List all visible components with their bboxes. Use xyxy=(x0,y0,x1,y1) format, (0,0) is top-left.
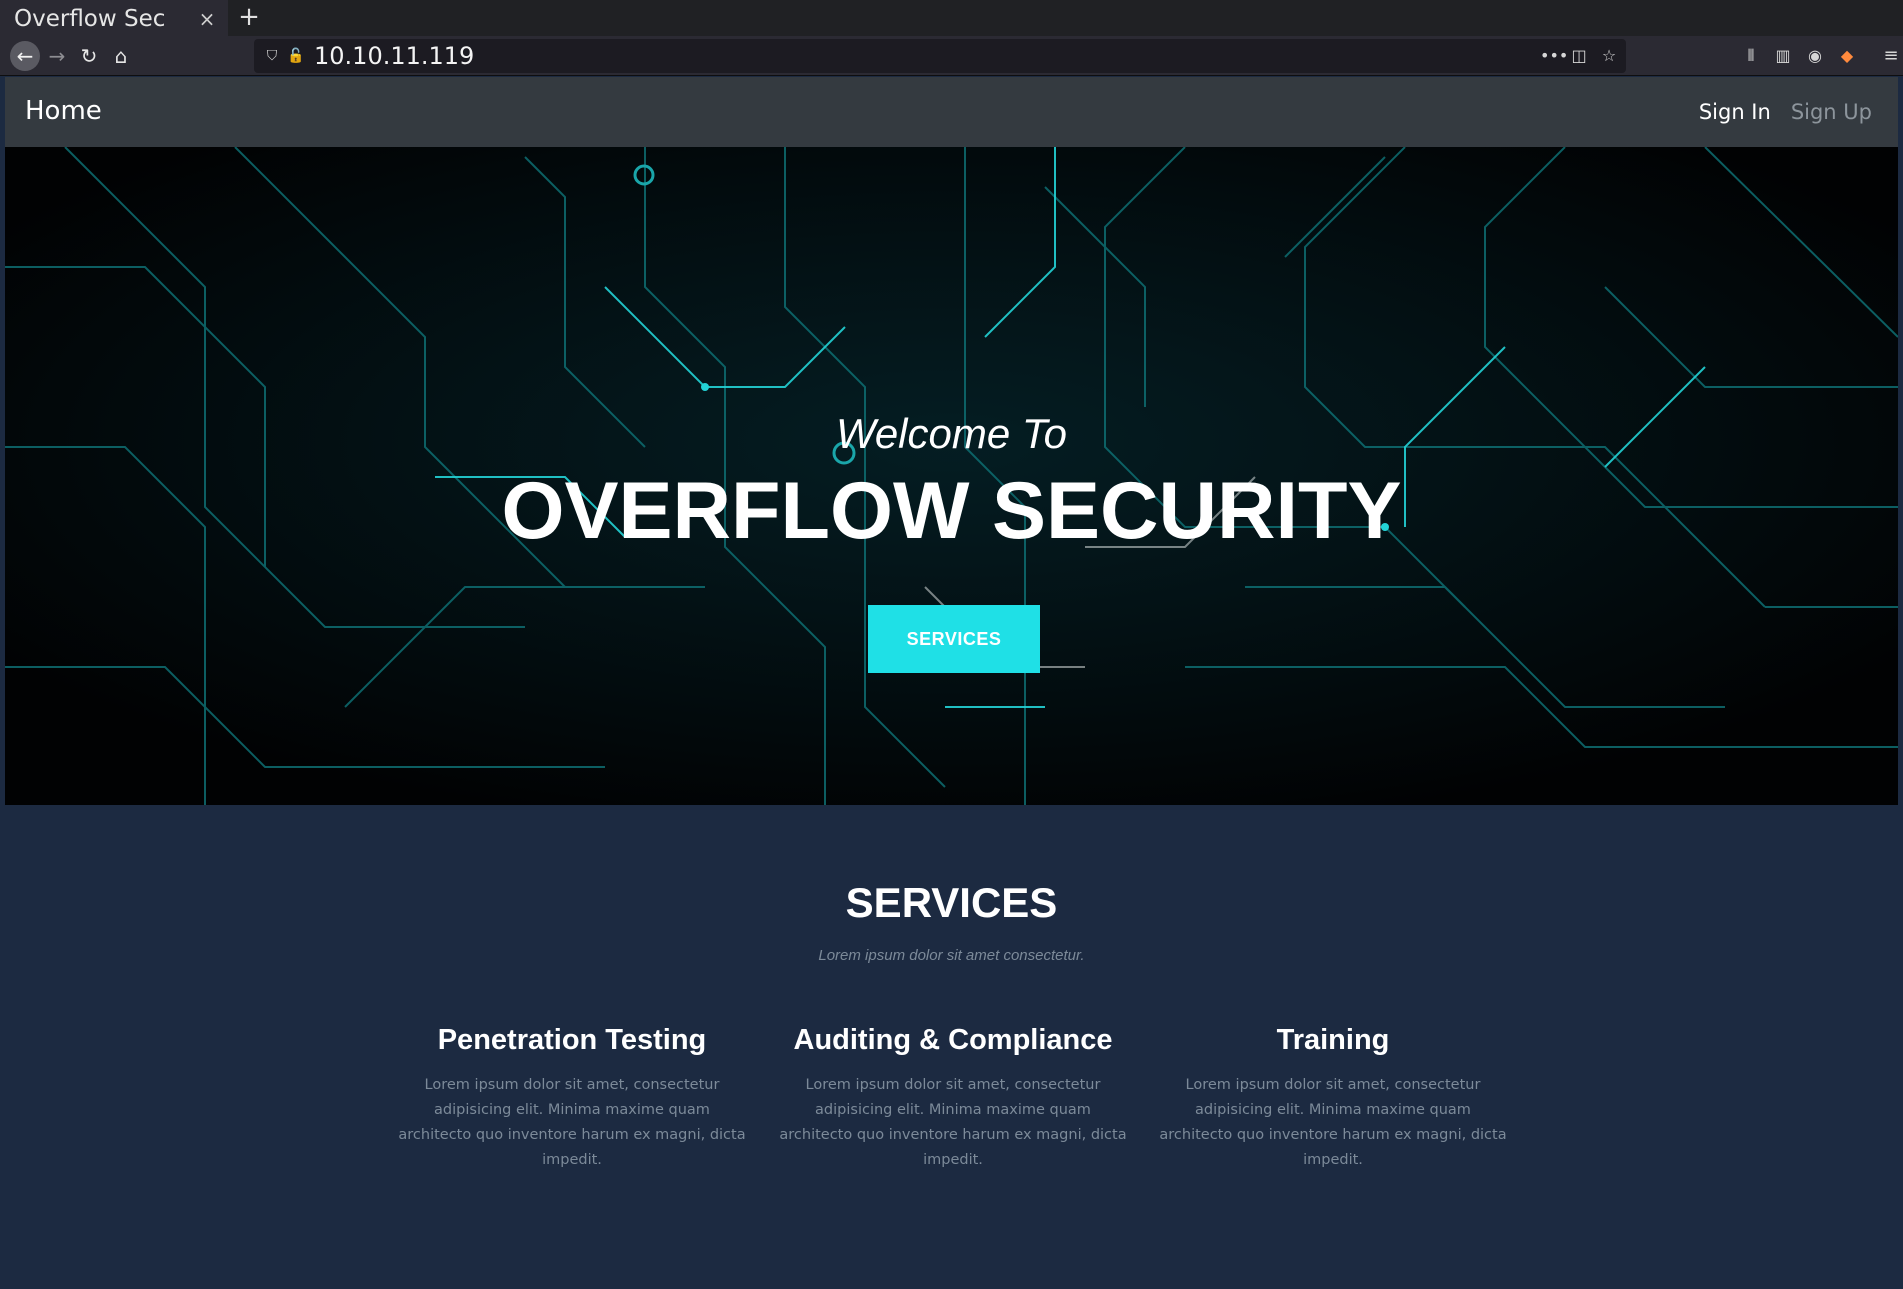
browser-toolbar: ← → ↻ ⌂ ⛉ 🔓 10.10.11.119 ••• ◫ ☆ ⫴ ▥ ◉ ◆… xyxy=(0,36,1903,76)
sign-in-link[interactable]: Sign In xyxy=(1699,97,1771,127)
tracking-shield-icon[interactable]: ⛉ xyxy=(262,46,282,66)
home-icon[interactable]: ⌂ xyxy=(106,41,136,71)
hero-welcome-text: Welcome To xyxy=(835,410,1068,457)
forward-arrow-icon[interactable]: → xyxy=(42,41,72,71)
site-navbar: Home Sign In Sign Up xyxy=(5,77,1898,147)
services-subheading: Lorem ipsum dolor sit amet consectetur. xyxy=(818,947,1085,964)
extension-icon[interactable]: ◆ xyxy=(1836,41,1858,71)
hero-section: Welcome To OVERFLOW SECURITY SERVICES xyxy=(5,147,1898,805)
bookmark-star-icon[interactable]: ☆ xyxy=(1600,44,1618,68)
sidebar-icon[interactable]: ▥ xyxy=(1772,41,1794,71)
close-tab-icon[interactable]: × xyxy=(196,8,218,30)
pocket-icon[interactable]: ◫ xyxy=(1570,44,1588,68)
services-section: SERVICES Lorem ipsum dolor sit amet cons… xyxy=(5,805,1898,1289)
service-title: Training xyxy=(1276,1024,1390,1056)
service-title: Auditing & Compliance xyxy=(793,1024,1113,1056)
tab-title: Overflow Sec xyxy=(14,6,166,32)
browser-tab-strip: Overflow Sec × + xyxy=(0,0,1903,36)
hero-title: OVERFLOW SECURITY xyxy=(501,466,1402,556)
service-card-auditing-compliance: Auditing & Compliance Lorem ipsum dolor … xyxy=(778,1021,1128,1173)
services-heading: SERVICES xyxy=(845,879,1058,926)
service-card-penetration-testing: Penetration Testing Lorem ipsum dolor si… xyxy=(397,1021,747,1173)
page-actions-icon[interactable]: ••• xyxy=(1540,44,1568,68)
address-bar-actions: ••• ◫ ☆ xyxy=(1540,44,1618,68)
library-icon[interactable]: ⫴ xyxy=(1740,41,1762,71)
reload-icon[interactable]: ↻ xyxy=(74,41,104,71)
home-link[interactable]: Home xyxy=(25,94,102,128)
new-tab-button[interactable]: + xyxy=(234,2,264,32)
account-icon[interactable]: ◉ xyxy=(1804,41,1826,71)
auth-links: Sign In Sign Up xyxy=(1699,97,1872,127)
toolbar-right-icons: ⫴ ▥ ◉ ◆ xyxy=(1740,41,1858,71)
services-button[interactable]: SERVICES xyxy=(868,605,1040,673)
service-description: Lorem ipsum dolor sit amet, consectetur … xyxy=(1159,1077,1507,1168)
back-arrow-icon[interactable]: ← xyxy=(10,41,40,71)
hamburger-menu-icon[interactable]: ≡ xyxy=(1880,41,1902,71)
browser-tab-active[interactable]: Overflow Sec × xyxy=(0,0,228,36)
service-card-training: Training Lorem ipsum dolor sit amet, con… xyxy=(1158,1021,1508,1173)
service-description: Lorem ipsum dolor sit amet, consectetur … xyxy=(779,1077,1127,1168)
insecure-lock-icon[interactable]: 🔓 xyxy=(286,46,306,66)
url-text[interactable]: 10.10.11.119 xyxy=(314,42,474,70)
service-description: Lorem ipsum dolor sit amet, consectetur … xyxy=(398,1077,746,1168)
address-bar[interactable]: ⛉ 🔓 10.10.11.119 ••• ◫ ☆ xyxy=(254,39,1626,73)
service-title: Penetration Testing xyxy=(437,1024,707,1056)
web-page: Home Sign In Sign Up Welcome To OVERFLOW… xyxy=(5,77,1898,1289)
sign-up-link[interactable]: Sign Up xyxy=(1791,97,1872,127)
